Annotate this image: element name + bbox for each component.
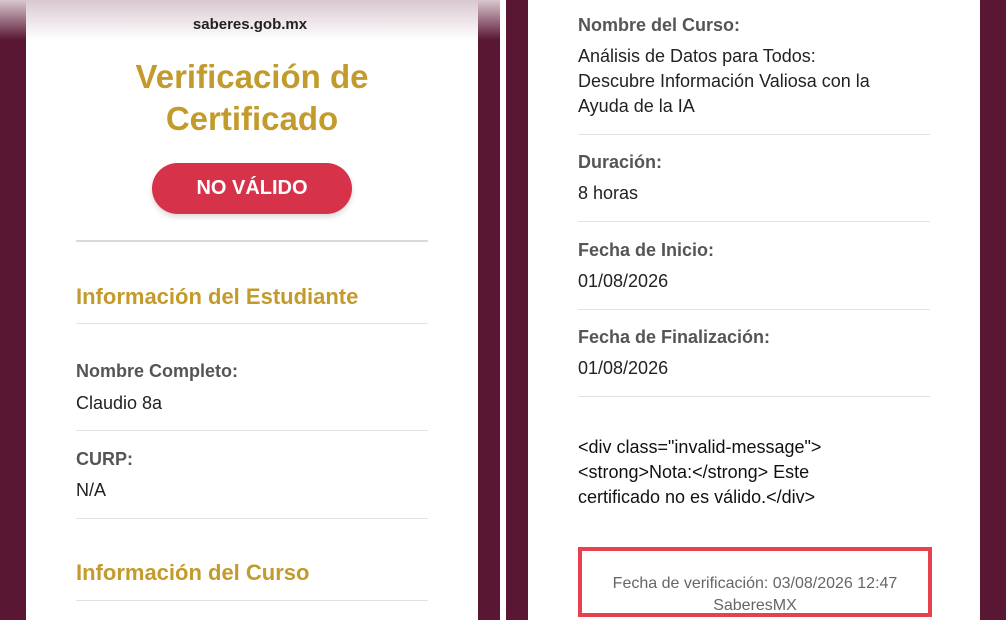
divider [76,518,428,519]
course-name-line2: Descubre Información Valiosa con la [578,71,870,91]
full-name-label: Nombre Completo: [76,361,238,381]
course-section-heading: Información del Curso [76,560,310,585]
end-date-value: 01/08/2026 [578,358,669,378]
start-date-value: 01/08/2026 [578,271,669,291]
divider [578,221,930,222]
invalid-note: <div class="invalid-message"> <strong>No… [578,435,821,510]
divider [578,134,930,135]
start-date-label: Fecha de Inicio: [578,240,715,260]
divider [76,240,428,242]
curp-label: CURP: [76,449,133,469]
invalid-note-line3: certificado no es válido.</div> [578,487,816,507]
duration-value: 8 horas [578,183,639,203]
invalid-note-line1: <div class="invalid-message"> [578,437,822,457]
divider [578,396,930,397]
divider [76,430,428,431]
curp-value: N/A [76,480,107,500]
divider [578,309,930,310]
duration-label: Duración: [578,152,663,172]
course-name-value: Análisis de Datos para Todos: Descubre I… [578,44,870,119]
page-title-line1: Verificación de [135,58,369,95]
verification-date: Fecha de verificación: 03/08/2026 12:47 [612,575,898,592]
verification-highlight-box: Fecha de verificación: 03/08/2026 12:47 … [578,547,932,617]
left-screenshot-panel: saberes.gob.mx Verificación de Certifica… [0,0,500,620]
end-date-label: Fecha de Finalización: [578,327,771,347]
invalid-note-line2: <strong>Nota:</strong> Este [578,462,810,482]
full-name-value: Claudio 8a [76,393,163,413]
student-section-heading: Información del Estudiante [76,284,359,309]
site-domain: saberes.gob.mx [192,16,308,33]
status-badge: NO VÁLIDO [152,163,352,214]
divider [76,600,428,601]
course-name-line1: Análisis de Datos para Todos: [578,46,816,66]
page-title: Verificación de Certificado [0,56,500,140]
divider [76,323,428,324]
course-name-label: Nombre del Curso: [578,15,741,35]
footer-brand: SaberesMX [713,597,797,614]
page-title-line2: Certificado [165,100,339,137]
course-name-line3: Ayuda de la IA [578,96,695,116]
